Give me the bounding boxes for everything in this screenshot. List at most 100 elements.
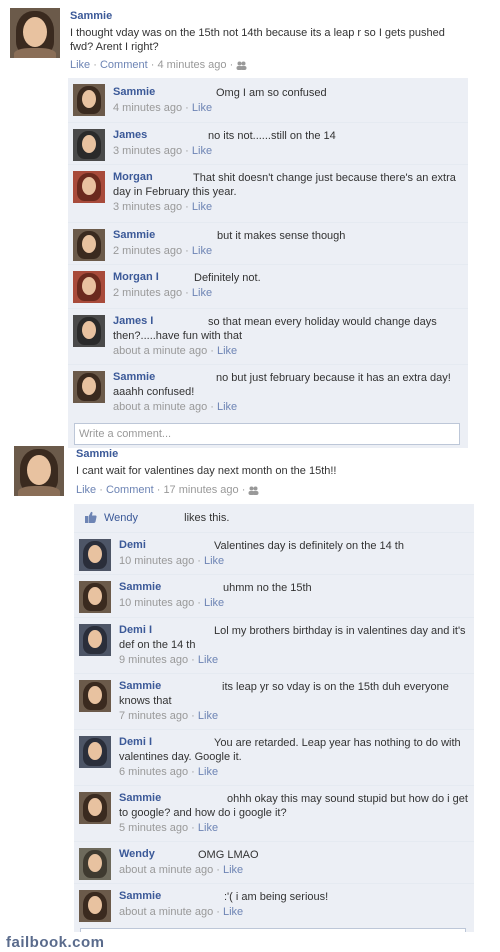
comment-like-link[interactable]: Like <box>192 201 212 213</box>
avatar[interactable] <box>73 84 105 116</box>
comment-text: Omg I am so confused <box>216 87 327 99</box>
comment-meta: 10 minutes ago · Like <box>119 597 225 609</box>
post-time: 4 minutes ago <box>157 59 227 71</box>
comment-link[interactable]: Comment <box>106 484 154 496</box>
comment-item: Demi I Lol my brothers birthday is in va… <box>74 617 474 674</box>
comment-meta: 4 minutes ago · Like <box>113 102 213 114</box>
comment-like-link[interactable]: Like <box>192 287 212 299</box>
liker-name[interactable]: Wendy <box>104 512 138 524</box>
people-icon <box>248 486 259 495</box>
avatar[interactable] <box>73 315 105 347</box>
comment-text: That shit doesn't change just because th… <box>113 172 456 198</box>
avatar[interactable] <box>73 229 105 261</box>
comment-meta: 6 minutes ago · Like <box>119 766 219 778</box>
comment-author[interactable]: Sammie <box>119 581 161 593</box>
comment-like-link[interactable]: Like <box>217 345 237 357</box>
comment-like-link[interactable]: Like <box>223 864 243 876</box>
write-comment-input[interactable]: Write a comment... <box>74 423 460 445</box>
comment-author[interactable]: James <box>113 129 147 141</box>
comment-meta: 3 minutes ago · Like <box>113 201 213 213</box>
avatar[interactable] <box>79 539 111 571</box>
avatar[interactable] <box>73 371 105 403</box>
comment-item: James I so that mean every holiday would… <box>68 308 468 365</box>
like-link[interactable]: Like <box>70 59 90 71</box>
comment-author[interactable]: Sammie <box>119 890 161 902</box>
comment-author[interactable]: Wendy <box>119 848 155 860</box>
comment-meta: 3 minutes ago · Like <box>113 145 213 157</box>
comment-like-link[interactable]: Like <box>204 555 224 567</box>
comment-item: Wendy OMG LMAO about a minute ago · Like <box>74 841 474 884</box>
avatar[interactable] <box>79 848 111 880</box>
comment-text: but it makes sense though <box>217 230 346 242</box>
avatar[interactable] <box>73 171 105 203</box>
comment-thread: Sammie Omg I am so confused 4 minutes ag… <box>68 78 468 448</box>
comment-meta: 9 minutes ago · Like <box>119 654 219 666</box>
post-actions: Like · Comment · 17 minutes ago · <box>76 484 259 496</box>
comment-author[interactable]: Demi <box>119 539 146 551</box>
avatar[interactable] <box>79 890 111 922</box>
avatar[interactable] <box>79 624 111 656</box>
comment-meta: 2 minutes ago · Like <box>113 287 213 299</box>
comment-item: Sammie its leap yr so vday is on the 15t… <box>74 673 474 730</box>
people-icon <box>236 61 247 70</box>
comment-item: Demi I You are retarded. Leap year has n… <box>74 729 474 786</box>
avatar[interactable] <box>79 792 111 824</box>
site-logo: failbook.com <box>6 934 105 951</box>
comment-item: Sammie uhmm no the 15th 10 minutes ago ·… <box>74 574 474 618</box>
avatar[interactable] <box>79 581 111 613</box>
post-text: I thought vday was on the 15th not 14th … <box>70 27 445 53</box>
avatar[interactable] <box>79 736 111 768</box>
comment-like-link[interactable]: Like <box>192 245 212 257</box>
post-author[interactable]: Sammie <box>70 10 112 22</box>
comment-text: so that mean every holiday would change … <box>113 316 437 342</box>
comment-thread: Wendy likes this. Demi Valentines day is… <box>74 504 474 952</box>
comment-like-link[interactable]: Like <box>198 654 218 666</box>
comment-item: Sammie but it makes sense though 2 minut… <box>68 222 468 265</box>
comment-text: ohhh okay this may sound stupid but how … <box>119 793 468 819</box>
comment-text: no its not......still on the 14 <box>208 130 336 142</box>
comment-item: Morgan That shit doesn't change just bec… <box>68 164 468 223</box>
comment-text: uhmm no the 15th <box>223 582 312 594</box>
comment-meta: 5 minutes ago · Like <box>119 822 219 834</box>
comment-author[interactable]: Sammie <box>113 86 155 98</box>
post-time: 17 minutes ago <box>163 484 239 496</box>
avatar[interactable] <box>10 8 60 58</box>
comment-like-link[interactable]: Like <box>192 102 212 114</box>
comment-like-link[interactable]: Like <box>192 145 212 157</box>
avatar[interactable] <box>73 129 105 161</box>
post-actions: Like · Comment · 4 minutes ago · <box>70 59 247 71</box>
comment-author[interactable]: Sammie <box>113 229 155 241</box>
post-author[interactable]: Sammie <box>76 448 118 460</box>
avatar[interactable] <box>73 271 105 303</box>
comment-meta: about a minute ago · Like <box>119 906 244 918</box>
comment-like-link[interactable]: Like <box>223 906 243 918</box>
comment-item: Sammie Omg I am so confused 4 minutes ag… <box>68 78 468 122</box>
comment-like-link[interactable]: Like <box>198 766 218 778</box>
comment-text: OMG LMAO <box>198 849 259 861</box>
comment-item: James no its not......still on the 14 3 … <box>68 122 468 165</box>
comment-like-link[interactable]: Like <box>198 710 218 722</box>
comment-like-link[interactable]: Like <box>204 597 224 609</box>
like-link[interactable]: Like <box>76 484 96 496</box>
comment-text: Valentines day is definitely on the 14 t… <box>214 540 404 552</box>
comment-item: Morgan I Definitely not. 2 minutes ago ·… <box>68 264 468 309</box>
likes-row: Wendy likes this. <box>74 504 474 532</box>
avatar[interactable] <box>79 680 111 712</box>
comment-text: Definitely not. <box>194 272 261 284</box>
comment-like-link[interactable]: Like <box>198 822 218 834</box>
comment-meta: 2 minutes ago · Like <box>113 245 213 257</box>
comment-link[interactable]: Comment <box>100 59 148 71</box>
comment-meta: 10 minutes ago · Like <box>119 555 225 567</box>
likes-text: Wendy likes this. <box>104 512 230 524</box>
comment-author[interactable]: Morgan I <box>113 271 159 283</box>
comment-item: Sammie :'( i am being serious! about a m… <box>74 883 474 928</box>
post-text: I cant wait for valentines day next mont… <box>76 465 337 477</box>
avatar[interactable] <box>14 446 64 496</box>
comment-text: Lol my brothers birthday is in valentine… <box>119 625 466 651</box>
comment-meta: about a minute ago · Like <box>119 864 244 876</box>
footer: failbook.com <box>0 932 500 952</box>
comment-meta: about a minute ago · Like <box>113 401 238 413</box>
comment-like-link[interactable]: Like <box>217 401 237 413</box>
comment-meta: about a minute ago · Like <box>113 345 238 357</box>
comment-text: You are retarded. Leap year has nothing … <box>119 737 461 763</box>
